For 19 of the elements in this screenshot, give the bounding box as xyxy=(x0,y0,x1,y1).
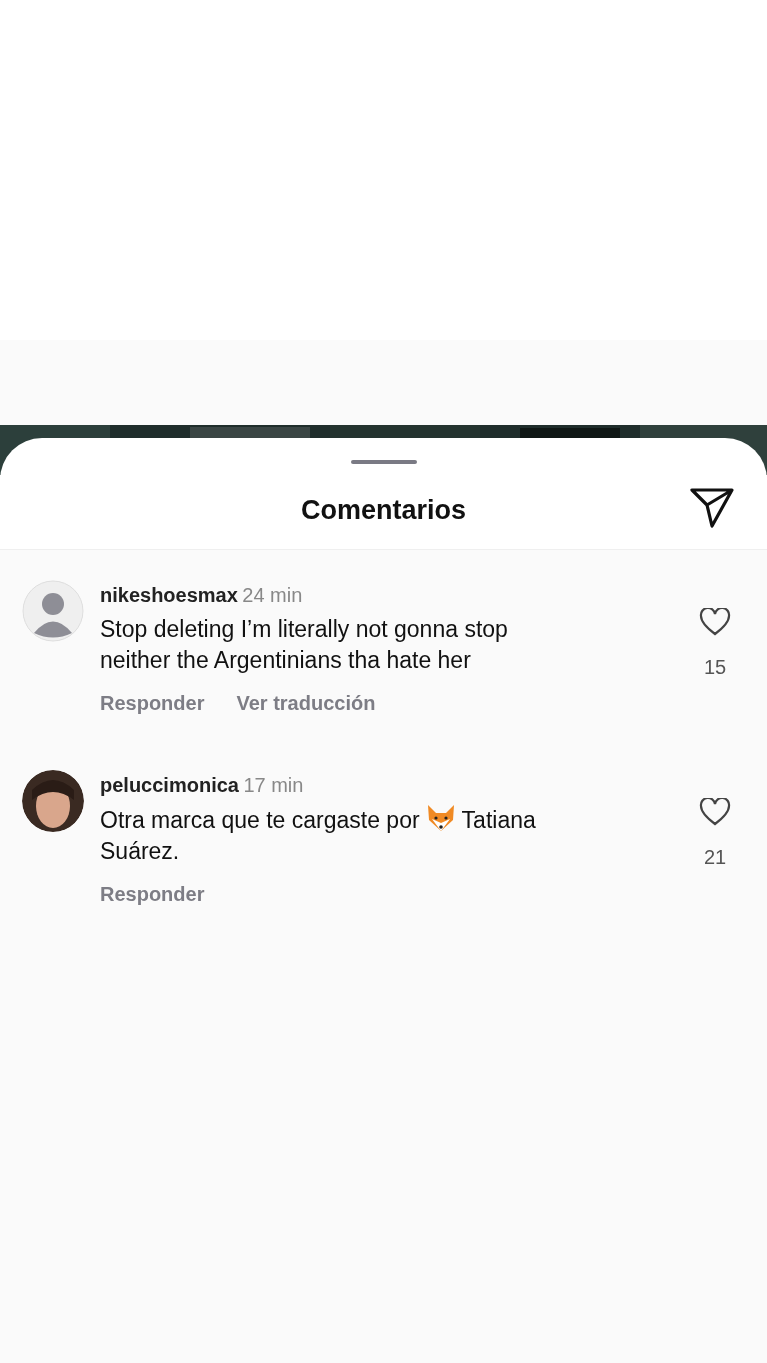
action-link[interactable]: Responder xyxy=(100,879,205,909)
heart-icon[interactable] xyxy=(699,798,731,826)
comment-text: Tatiana xyxy=(461,807,536,833)
comment-text: Suárez. xyxy=(100,838,180,864)
comment-text: Otra marca que te cargaste por xyxy=(100,807,420,833)
heart-icon[interactable] xyxy=(699,608,731,636)
like-count: 21 xyxy=(703,845,727,870)
comment-text: Stop deleting I’m literally not gonna stop neither the Argentinians tha hate her xyxy=(100,616,508,673)
send-icon[interactable] xyxy=(690,488,734,528)
like-count: 15 xyxy=(703,655,727,680)
username[interactable]: peluccimonica xyxy=(100,774,239,796)
comment-time: 17 min xyxy=(243,774,304,796)
fox-icon xyxy=(425,804,456,832)
sheet-title: Comentarios xyxy=(300,494,466,527)
avatar-icon[interactable] xyxy=(22,580,84,642)
username[interactable]: nikeshoesmax xyxy=(100,584,238,606)
comment-time: 24 min xyxy=(242,584,303,606)
action-link[interactable]: Ver traducción xyxy=(236,688,376,718)
action-link[interactable]: Responder xyxy=(100,688,205,718)
